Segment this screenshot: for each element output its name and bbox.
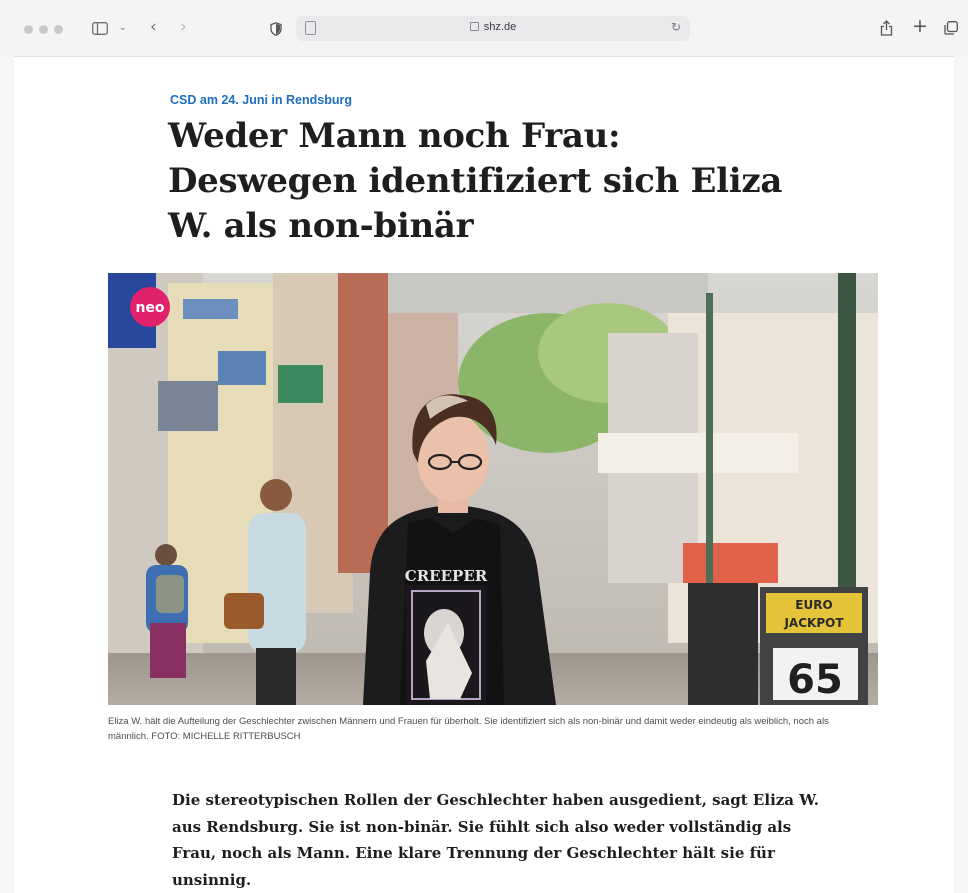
article-lead: Die stereotypischen Rollen der Geschlech…: [172, 791, 819, 889]
plus-icon[interactable]: +: [912, 17, 928, 36]
article-kicker[interactable]: CSD am 24. Juni in Rendsburg: [170, 93, 352, 107]
photo-caption: Eliza W. hält die Aufteilung der Geschle…: [108, 716, 829, 742]
lock-icon: [469, 22, 479, 31]
zoom-window-button[interactable]: [54, 25, 63, 34]
svg-text:EURO: EURO: [795, 598, 832, 612]
sidebar-icon[interactable]: [92, 22, 108, 38]
close-window-button[interactable]: [24, 25, 33, 34]
share-icon[interactable]: [880, 20, 893, 39]
minimize-window-button[interactable]: [39, 25, 48, 34]
chevron-down-icon[interactable]: ⌄: [119, 24, 127, 33]
browser-toolbar: ⌄ ‹ › shz.de ↻ +: [0, 0, 968, 57]
jackpot-number: 65: [787, 657, 843, 703]
reload-icon[interactable]: ↻: [671, 20, 681, 34]
forward-icon[interactable]: ›: [180, 19, 187, 36]
neo-badge: neo: [135, 300, 164, 316]
privacy-shield-icon[interactable]: [270, 22, 282, 39]
url-text: shz.de: [483, 21, 517, 33]
svg-text:JACKPOT: JACKPOT: [783, 616, 844, 630]
back-icon[interactable]: ‹: [150, 19, 157, 36]
address-bar[interactable]: shz.de ↻: [296, 16, 690, 41]
shirt-print: CREEPER: [405, 567, 488, 585]
page-margin-left: [0, 56, 14, 893]
article-headline: Weder Mann noch Frau: Deswegen identifiz…: [168, 116, 783, 246]
article-photo[interactable]: EURO JACKPOT 65 CREEPER neo: [108, 273, 878, 705]
tabs-icon[interactable]: [944, 21, 958, 38]
page-margin-right: [954, 56, 968, 893]
